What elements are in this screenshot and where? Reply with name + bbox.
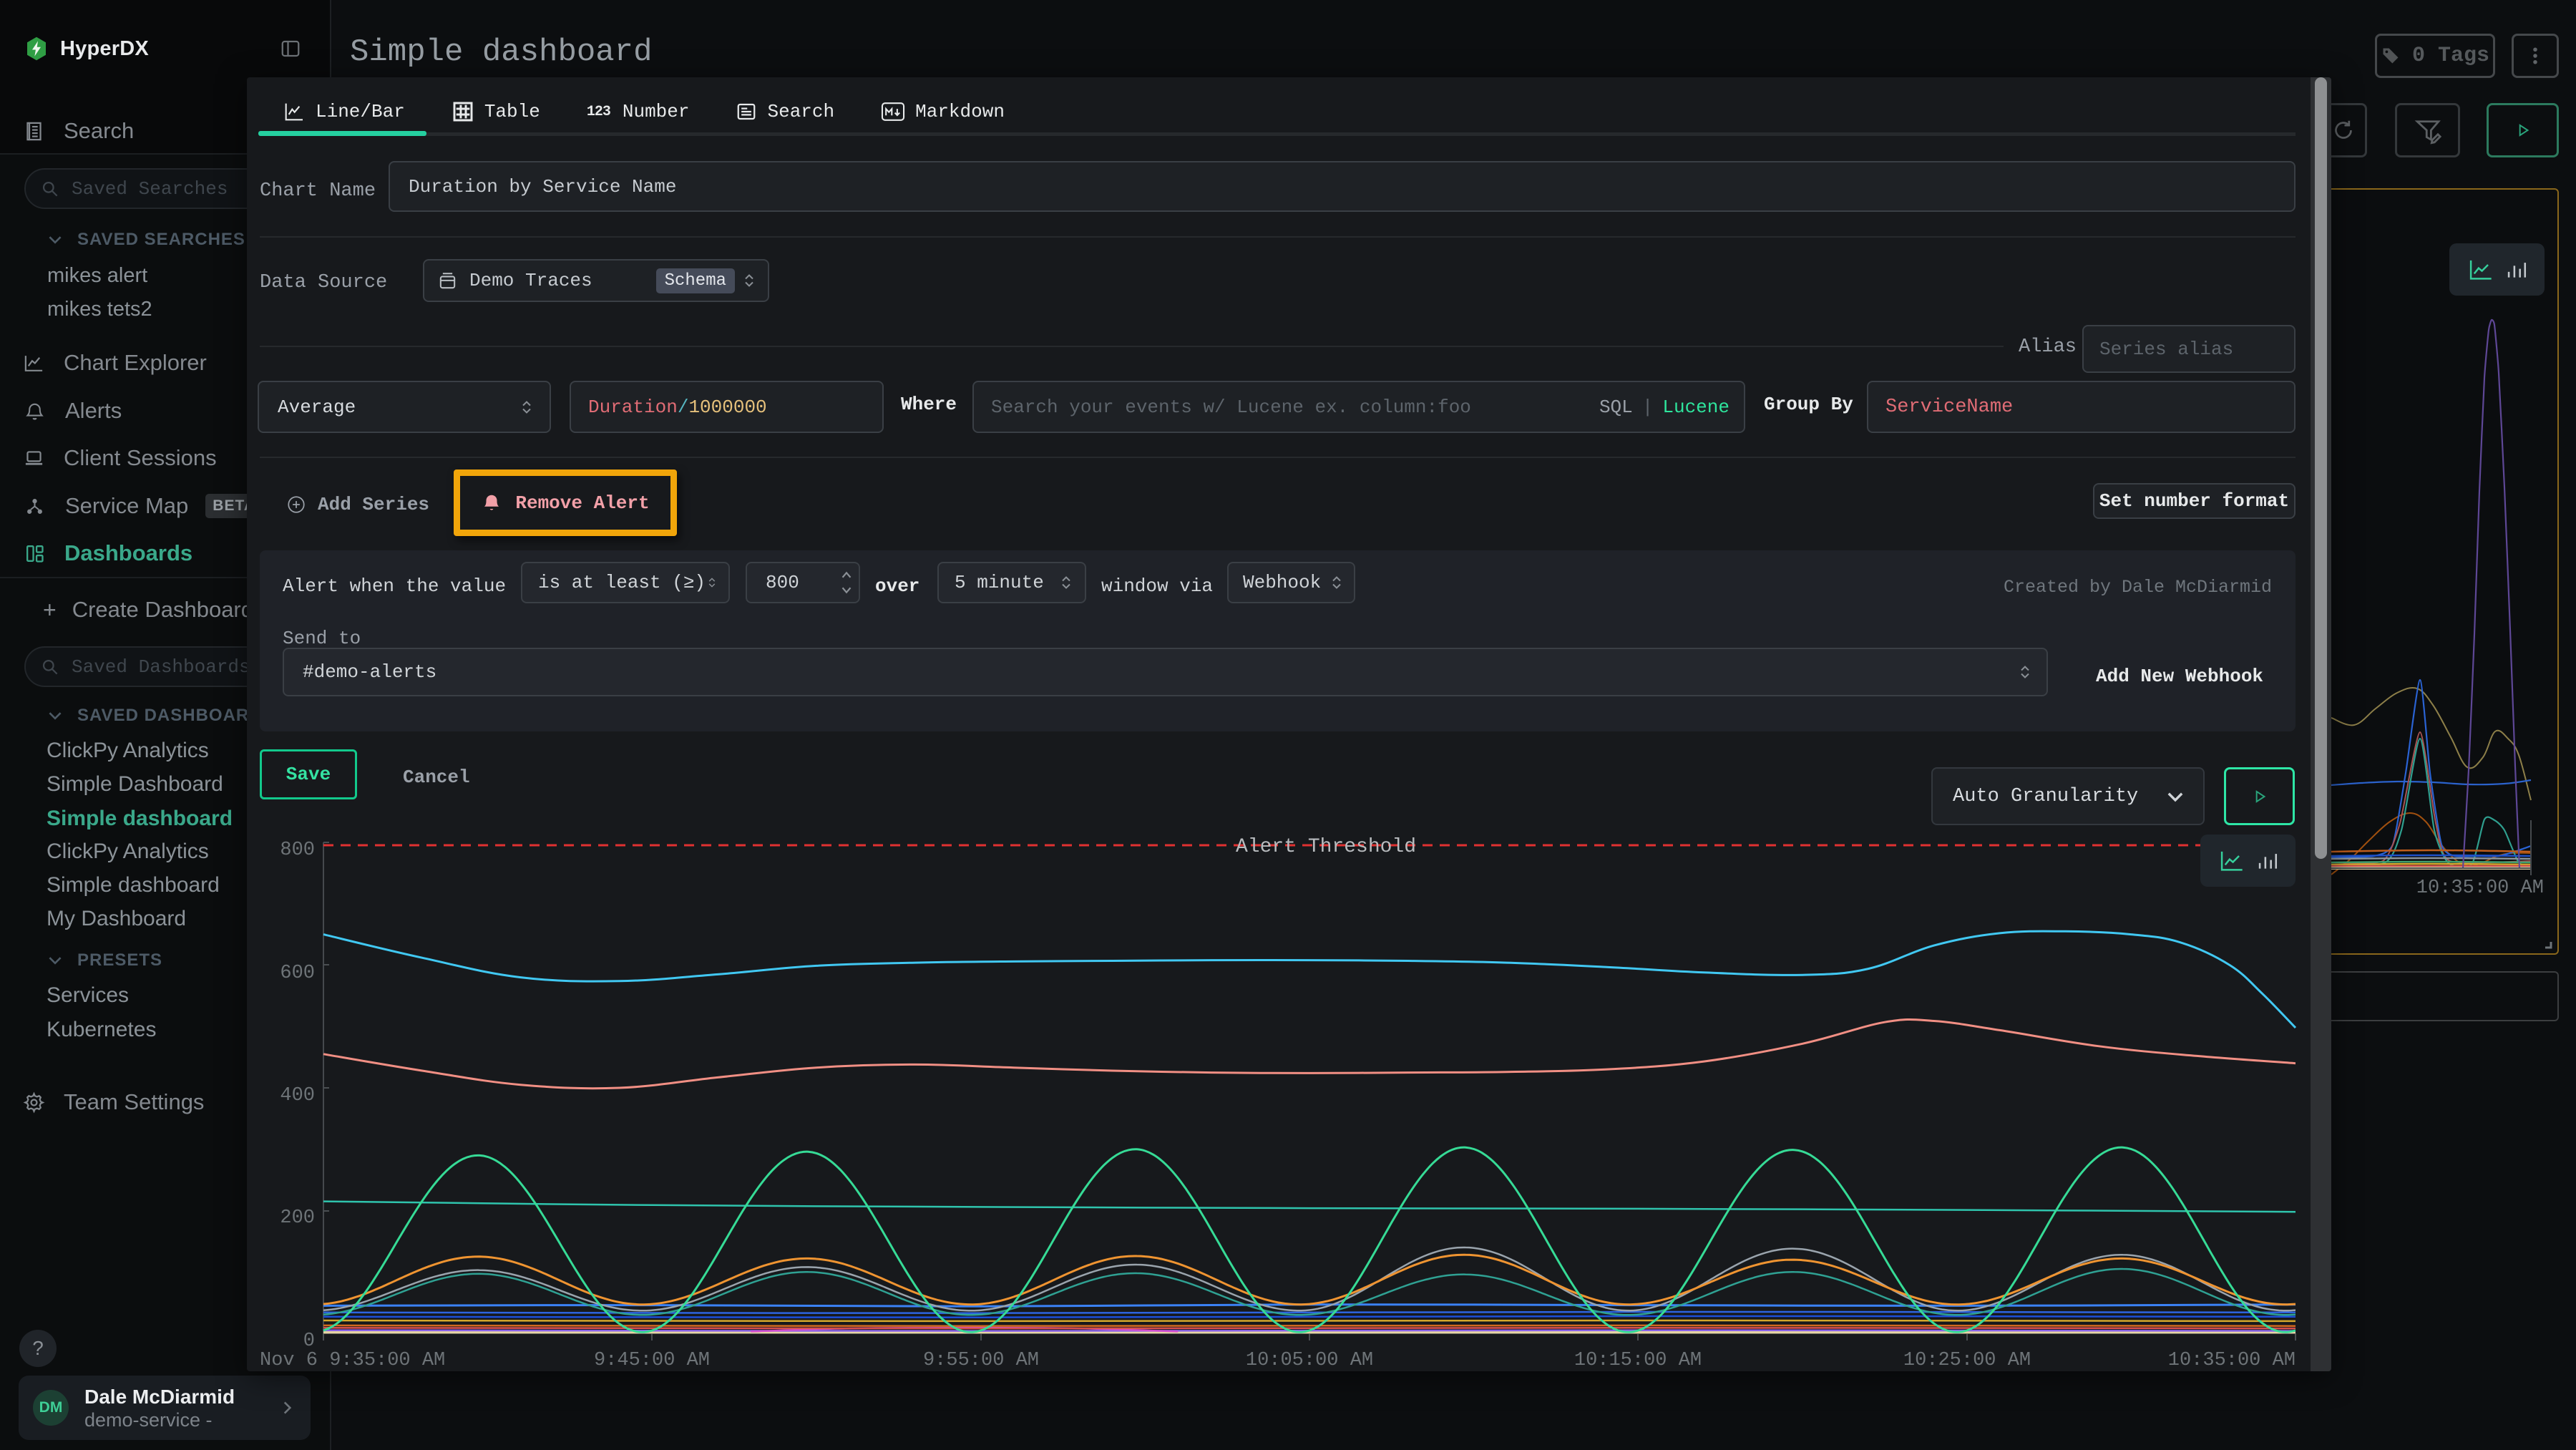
svg-text:600: 600 — [280, 963, 315, 984]
svg-text:10:15:00 AM: 10:15:00 AM — [1574, 1350, 1702, 1371]
svg-text:200: 200 — [280, 1207, 315, 1229]
svg-text:10:05:00 AM: 10:05:00 AM — [1246, 1350, 1373, 1371]
svg-text:Nov 6 9:35:00 AM: Nov 6 9:35:00 AM — [260, 1350, 445, 1371]
svg-text:400: 400 — [280, 1085, 315, 1106]
svg-text:9:45:00 AM: 9:45:00 AM — [594, 1350, 710, 1371]
svg-text:10:25:00 AM: 10:25:00 AM — [1903, 1350, 2031, 1371]
svg-text:10:35:00 AM: 10:35:00 AM — [2416, 877, 2544, 899]
svg-text:10:35:00 AM: 10:35:00 AM — [2168, 1350, 2296, 1371]
svg-text:0: 0 — [303, 1330, 315, 1352]
svg-text:800: 800 — [280, 840, 315, 861]
svg-text:9:55:00 AM: 9:55:00 AM — [923, 1350, 1039, 1371]
svg-text:Alert Threshold: Alert Threshold — [1236, 836, 1416, 858]
